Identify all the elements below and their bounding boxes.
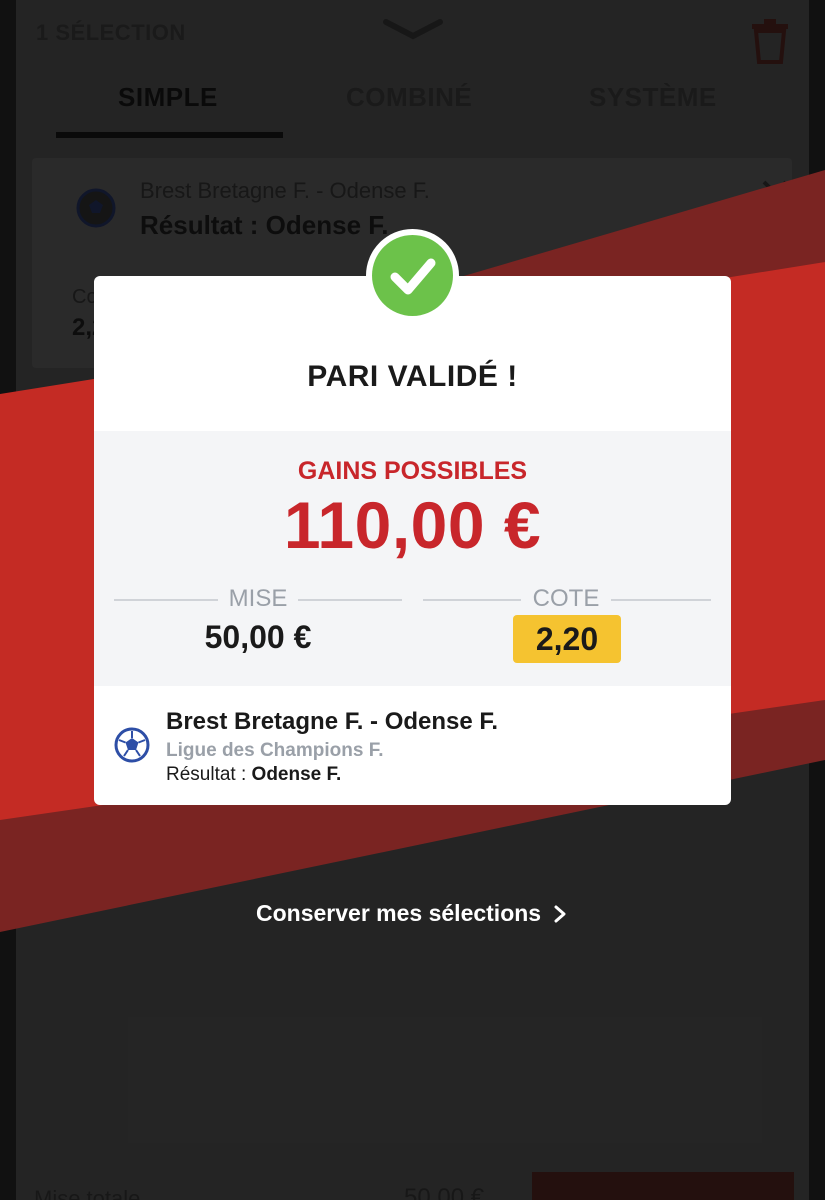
football-icon bbox=[114, 727, 150, 763]
match-name: Brest Bretagne F. - Odense F. bbox=[166, 708, 499, 735]
bet-result-line: Résultat : Odense F. bbox=[166, 764, 341, 786]
keep-selections-label: Conserver mes sélections bbox=[256, 900, 542, 926]
success-circle bbox=[372, 235, 453, 316]
result-value: Odense F. bbox=[251, 764, 342, 785]
gains-panel: GAINS POSSIBLES 110,00 € MISE 50,00 € CO… bbox=[94, 431, 731, 686]
success-badge bbox=[366, 229, 459, 322]
modal-title: PARI VALIDÉ ! bbox=[307, 360, 518, 393]
stake-value: 50,00 € bbox=[204, 619, 312, 655]
odds-badge: 2,20 bbox=[513, 615, 621, 663]
keep-selections-link[interactable]: Conserver mes sélections bbox=[256, 900, 567, 927]
divider-line bbox=[114, 599, 218, 601]
odds-label: COTE bbox=[532, 585, 600, 612]
result-prefix: Résultat : bbox=[166, 764, 252, 785]
potential-winnings-value: 110,00 € bbox=[283, 488, 542, 562]
divider-line bbox=[611, 599, 711, 601]
divider-line bbox=[298, 599, 402, 601]
bet-confirmation-modal: PARI VALIDÉ ! GAINS POSSIBLES 110,00 € M… bbox=[94, 276, 731, 805]
divider-line bbox=[423, 599, 521, 601]
chevron-right-icon bbox=[554, 905, 566, 922]
competition-name: Ligue des Champions F. bbox=[166, 740, 384, 761]
stake-label: MISE bbox=[228, 585, 288, 612]
potential-winnings-label: GAINS POSSIBLES bbox=[297, 457, 528, 485]
check-icon bbox=[390, 258, 436, 295]
